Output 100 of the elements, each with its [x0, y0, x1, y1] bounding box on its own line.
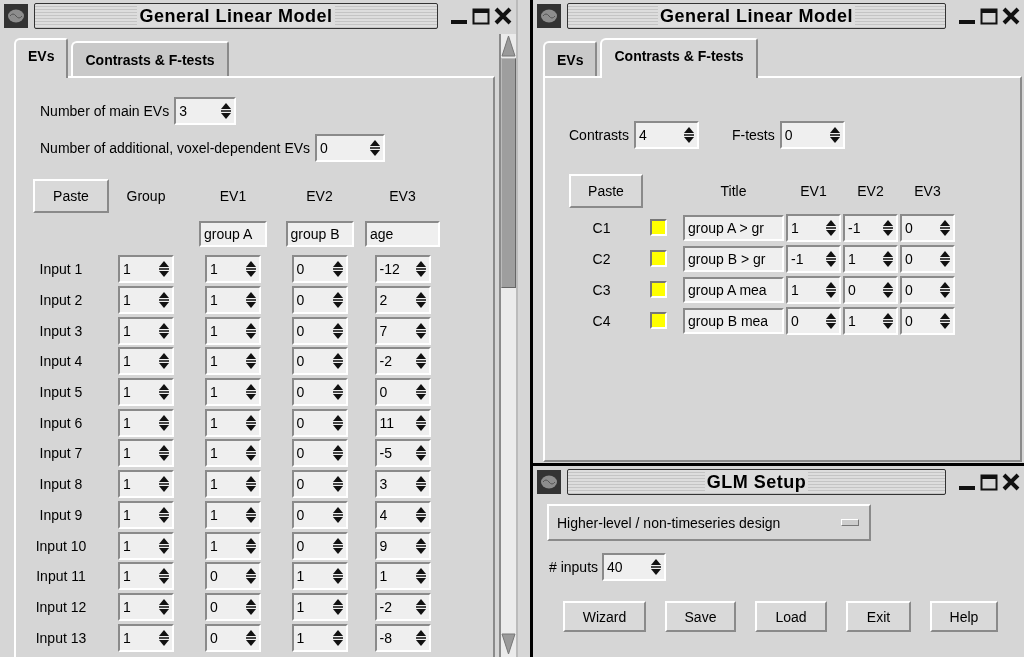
spin-arrows-icon[interactable] [245, 413, 257, 432]
spin-field[interactable]: 1 [374, 562, 431, 591]
spin-field[interactable]: -1 [786, 244, 841, 273]
spin-field[interactable]: 1 [118, 255, 174, 284]
spin-arrows-icon[interactable] [245, 475, 257, 494]
dialog-button[interactable]: Help [930, 601, 998, 632]
spin-field[interactable]: 0 [374, 378, 431, 407]
spin-field[interactable]: 0 [291, 255, 348, 284]
spin-arrows-icon[interactable] [825, 280, 837, 299]
spin-arrows-icon[interactable] [939, 280, 951, 299]
spin-field[interactable]: 0 [205, 623, 261, 652]
spin-arrows-icon[interactable] [331, 475, 344, 494]
spin-arrows-icon[interactable] [331, 321, 344, 340]
spin-field[interactable]: 1 [205, 378, 261, 407]
spin-field[interactable]: 1 [205, 500, 261, 529]
checkbox[interactable] [649, 250, 667, 267]
spin-field[interactable]: 0 [291, 439, 348, 468]
app-icon[interactable] [537, 470, 561, 494]
spin-field[interactable]: 1 [291, 592, 348, 621]
tab[interactable]: Contrasts & F-tests [600, 38, 758, 78]
spin-field[interactable]: 0 [786, 306, 841, 335]
spin-arrows-icon[interactable] [245, 505, 257, 524]
spin-arrows-icon[interactable] [882, 280, 894, 299]
tab[interactable]: EVs [14, 38, 69, 78]
spin-field[interactable]: -1 [843, 213, 898, 242]
tab[interactable]: Contrasts & F-tests [71, 41, 229, 76]
spin-arrows-icon[interactable] [331, 291, 344, 310]
spin-field[interactable]: 0 [291, 500, 348, 529]
spin-arrows-icon[interactable] [882, 218, 894, 237]
spin-field[interactable]: 0 [205, 562, 261, 591]
spin-arrows-icon[interactable] [331, 260, 344, 279]
spin-field[interactable]: 1 [843, 306, 898, 335]
spin-field[interactable]: 1 [118, 562, 174, 591]
spin-field[interactable]: -12 [374, 255, 431, 284]
spin-field[interactable]: 1 [205, 531, 261, 560]
checkbox[interactable] [649, 219, 667, 236]
spin-arrows-icon[interactable] [158, 352, 170, 371]
dropdown-indicator-icon[interactable] [841, 519, 859, 526]
spin-arrows-icon[interactable] [825, 311, 837, 330]
spin-arrows-icon[interactable] [682, 126, 695, 144]
spin-arrows-icon[interactable] [825, 249, 837, 268]
spin-arrows-icon[interactable] [414, 567, 427, 586]
spin-field[interactable]: 0 [291, 470, 348, 499]
spin-field[interactable]: 1 [786, 213, 841, 242]
spin-arrows-icon[interactable] [158, 597, 170, 616]
spin-arrows-icon[interactable] [331, 505, 344, 524]
spin-arrows-icon[interactable] [828, 126, 841, 144]
spin-arrows-icon[interactable] [939, 249, 951, 268]
spin-field[interactable]: 0 [291, 531, 348, 560]
spin-field[interactable]: 1 [118, 470, 174, 499]
spin-field[interactable]: 0 [900, 275, 955, 304]
spin-field[interactable]: 1 [118, 378, 174, 407]
spin-field[interactable]: 1 [118, 500, 174, 529]
spin-arrows-icon[interactable] [414, 628, 427, 647]
spin-field[interactable]: 1 [205, 408, 261, 437]
paste-button[interactable]: Paste [33, 179, 109, 213]
spin-arrows-icon[interactable] [245, 567, 257, 586]
spin-field[interactable]: 0 [291, 316, 348, 345]
spin-field[interactable]: 1 [843, 244, 898, 273]
spin-field[interactable]: 0 [291, 378, 348, 407]
spin-field[interactable]: 1 [118, 347, 174, 376]
dialog-button[interactable]: Save [665, 601, 736, 632]
spin-field[interactable]: 0 [315, 134, 386, 162]
spin-field[interactable]: -8 [374, 623, 431, 652]
spin-arrows-icon[interactable] [331, 444, 344, 463]
spin-arrows-icon[interactable] [414, 260, 427, 279]
spin-arrows-icon[interactable] [158, 536, 170, 555]
design-dropdown[interactable]: Higher-level / non-timeseries design [547, 504, 871, 541]
spin-field[interactable]: 1 [118, 439, 174, 468]
spin-arrows-icon[interactable] [414, 444, 427, 463]
spin-field[interactable]: 1 [118, 623, 174, 652]
spin-arrows-icon[interactable] [650, 558, 663, 576]
spin-arrows-icon[interactable] [414, 413, 427, 432]
spin-arrows-icon[interactable] [331, 352, 344, 371]
spin-arrows-icon[interactable] [245, 321, 257, 340]
spin-arrows-icon[interactable] [414, 352, 427, 371]
spin-field[interactable]: 0 [205, 592, 261, 621]
spin-field[interactable]: 1 [205, 347, 261, 376]
spin-field[interactable]: -5 [374, 439, 431, 468]
spin-field[interactable]: 0 [779, 121, 845, 149]
spin-field[interactable]: 1 [786, 275, 841, 304]
spin-arrows-icon[interactable] [245, 628, 257, 647]
spin-field[interactable]: 1 [118, 531, 174, 560]
spin-field[interactable]: 0 [900, 213, 955, 242]
spin-arrows-icon[interactable] [331, 597, 344, 616]
spin-field[interactable]: 1 [205, 470, 261, 499]
maximize-icon[interactable] [980, 473, 998, 491]
spin-field[interactable]: 1 [118, 286, 174, 315]
close-icon[interactable] [1002, 473, 1020, 491]
contrast-title-field[interactable]: group B > gr [683, 245, 784, 272]
close-icon[interactable] [494, 7, 512, 25]
paste-button[interactable]: Paste [569, 174, 643, 208]
spin-field[interactable]: 1 [205, 255, 261, 284]
spin-arrows-icon[interactable] [245, 536, 257, 555]
spin-arrows-icon[interactable] [158, 475, 170, 494]
scroll-up-icon[interactable] [501, 34, 516, 58]
spin-field[interactable]: 40 [602, 553, 667, 581]
spin-arrows-icon[interactable] [158, 413, 170, 432]
spin-arrows-icon[interactable] [158, 321, 170, 340]
spin-arrows-icon[interactable] [158, 291, 170, 310]
